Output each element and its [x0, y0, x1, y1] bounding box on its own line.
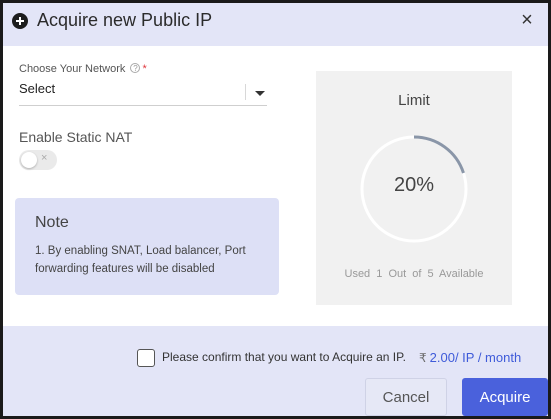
chevron-down-icon[interactable]	[255, 91, 265, 96]
limit-title: Limit	[398, 92, 430, 109]
limit-panel: Limit 20% Used 1 Out of 5 Available	[316, 71, 512, 305]
cancel-button[interactable]: Cancel	[365, 378, 447, 416]
plus-circle-icon	[12, 13, 28, 29]
close-icon[interactable]: ×	[516, 9, 538, 31]
total-count: 5	[427, 268, 434, 280]
rupee-icon: ₹	[419, 351, 427, 365]
available-label: Available	[439, 268, 484, 280]
acquire-ip-dialog: Acquire new Public IP × Choose Your Netw…	[0, 0, 551, 419]
note-title: Note	[35, 214, 69, 231]
confirm-checkbox[interactable]	[137, 349, 155, 367]
limit-usage: Used 1 Out of 5 Available	[316, 268, 512, 280]
select-divider	[245, 84, 246, 100]
note-box: Note 1. By enabling SNAT, Load balancer,…	[15, 198, 279, 295]
help-icon[interactable]: ?	[130, 63, 141, 73]
snat-label: Enable Static NAT	[19, 129, 133, 145]
required-mark: *	[142, 63, 147, 75]
out-of-label: Out of	[388, 268, 422, 280]
network-select[interactable]: Select	[19, 78, 267, 106]
network-field-label: Choose Your Network ? *	[19, 63, 147, 75]
snat-toggle[interactable]: ×	[19, 150, 57, 170]
used-count: 1	[376, 268, 383, 280]
network-select-value: Select	[19, 81, 56, 96]
dialog-header: Acquire new Public IP ×	[3, 3, 548, 46]
price-value: 2.00/ IP / month	[429, 350, 522, 365]
confirm-text: Please confirm that you want to Acquire …	[162, 350, 406, 364]
toggle-off-icon: ×	[41, 152, 48, 164]
toggle-knob	[21, 152, 37, 168]
acquire-button[interactable]: Acquire	[462, 378, 548, 416]
dialog-footer: Please confirm that you want to Acquire …	[3, 326, 548, 416]
limit-percent: 20%	[393, 174, 435, 196]
network-label-text: Choose Your Network	[19, 63, 126, 75]
note-text: 1. By enabling SNAT, Load balancer, Port…	[35, 245, 246, 275]
dialog-title: Acquire new Public IP	[37, 10, 213, 30]
used-label: Used	[344, 268, 371, 280]
price-label: ₹2.00/ IP / month	[419, 350, 521, 365]
